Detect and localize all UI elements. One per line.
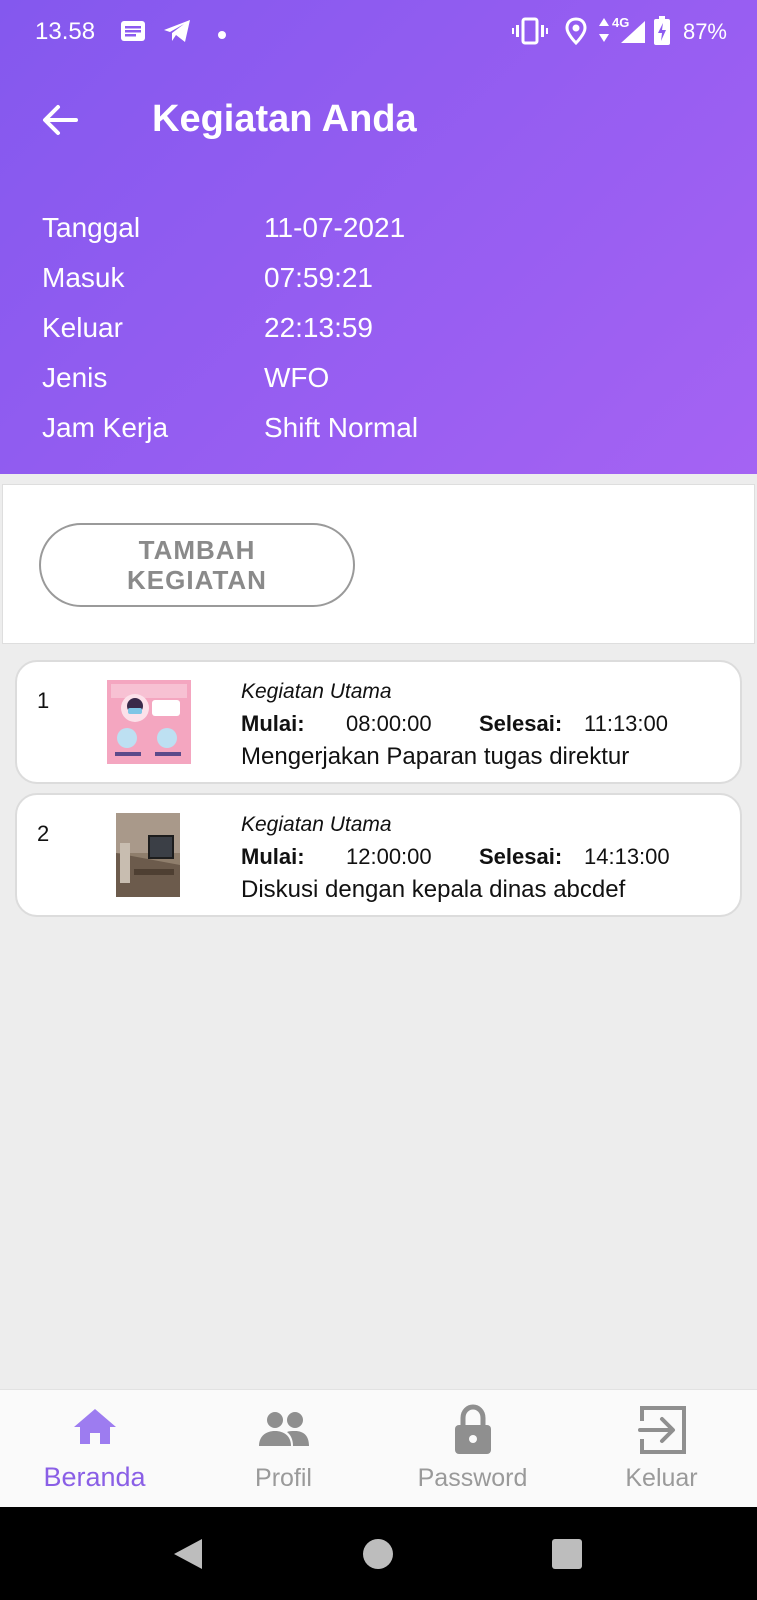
- info-value: Shift Normal: [264, 412, 419, 443]
- start-time: 08:00:00: [346, 711, 432, 736]
- activity-number: 2: [37, 821, 50, 846]
- info-value: 07:59:21: [264, 262, 373, 293]
- people-icon: [257, 1410, 311, 1453]
- data-arrows-icon: [598, 16, 610, 49]
- add-activity-button[interactable]: TAMBAH KEGIATAN: [39, 523, 355, 607]
- header: 13.58 4G 87% Kegiatan Anda Tanggal 11-07…: [0, 0, 757, 474]
- nav-label: Keluar: [625, 1464, 698, 1492]
- info-label: Keluar: [42, 312, 123, 343]
- end-label: Selesai:: [479, 711, 563, 736]
- nav-label: Beranda: [43, 1462, 146, 1492]
- info-value: 11-07-2021: [264, 212, 406, 243]
- activity-times: Mulai: 08:00:00 Selesai: 11:13:00: [241, 711, 721, 739]
- nav-item-profil[interactable]: Profil: [189, 1390, 378, 1508]
- nav-label: Profil: [255, 1464, 312, 1492]
- nav-item-beranda[interactable]: Beranda: [0, 1390, 189, 1508]
- system-home-button[interactable]: [362, 1537, 394, 1576]
- dot-icon: [217, 27, 227, 45]
- system-back-button[interactable]: [172, 1537, 204, 1576]
- status-time: 13.58: [35, 18, 96, 45]
- start-label: Mulai:: [241, 711, 305, 736]
- home-icon: [72, 1406, 118, 1451]
- arrow-left-icon: [43, 105, 78, 135]
- activity-card[interactable]: 2 Kegiatan Utama Mulai: 12:00:00 Selesai…: [15, 793, 742, 917]
- info-value: WFO: [264, 362, 330, 393]
- end-time: 11:13:00: [584, 711, 669, 736]
- bottom-navigation: Beranda Profil Password Keluar: [0, 1389, 757, 1507]
- room-photo-thumbnail: [116, 813, 180, 897]
- status-bar: 13.58 4G 87%: [0, 0, 757, 64]
- activity-description: Mengerjakan Paparan tugas direktur: [241, 743, 630, 770]
- system-recents-button[interactable]: [551, 1537, 583, 1576]
- activity-description: Diskusi dengan kepala dinas abcdef: [241, 876, 626, 903]
- info-value: 22:13:59: [264, 312, 373, 343]
- lock-icon: [453, 1404, 493, 1461]
- activity-type: Kegiatan Utama: [241, 813, 392, 836]
- end-time: 14:13:00: [584, 844, 670, 869]
- activity-type: Kegiatan Utama: [241, 680, 392, 703]
- covid-poster-thumbnail: [107, 680, 191, 764]
- start-time: 12:00:00: [346, 844, 432, 869]
- signal-icon: [620, 20, 646, 49]
- nav-item-password[interactable]: Password: [378, 1390, 567, 1508]
- info-label: Jam Kerja: [42, 412, 169, 443]
- activity-number: 1: [37, 688, 50, 713]
- nav-label: Password: [417, 1464, 528, 1492]
- location-icon: [565, 17, 587, 50]
- vibrate-icon: [512, 17, 548, 50]
- battery-charging-icon: [653, 16, 671, 51]
- page-title: Kegiatan Anda: [152, 98, 417, 140]
- add-activity-panel: TAMBAH KEGIATAN: [2, 484, 755, 644]
- battery-level: 87%: [682, 19, 727, 44]
- info-label: Tanggal: [42, 212, 141, 243]
- info-label: Jenis: [42, 362, 108, 393]
- back-button[interactable]: [38, 98, 82, 142]
- start-label: Mulai:: [241, 844, 305, 869]
- activity-card[interactable]: 1 Kegiatan Utama Mulai: 08:00:00 Selesai…: [15, 660, 742, 784]
- activity-times: Mulai: 12:00:00 Selesai: 14:13:00: [241, 844, 721, 872]
- info-label: Masuk: [42, 262, 125, 293]
- end-label: Selesai:: [479, 844, 563, 869]
- system-navigation-bar: [0, 1507, 757, 1600]
- nav-item-keluar[interactable]: Keluar: [567, 1390, 756, 1508]
- message-icon: [120, 20, 146, 47]
- exit-icon: [636, 1404, 688, 1461]
- telegram-icon: [162, 18, 192, 49]
